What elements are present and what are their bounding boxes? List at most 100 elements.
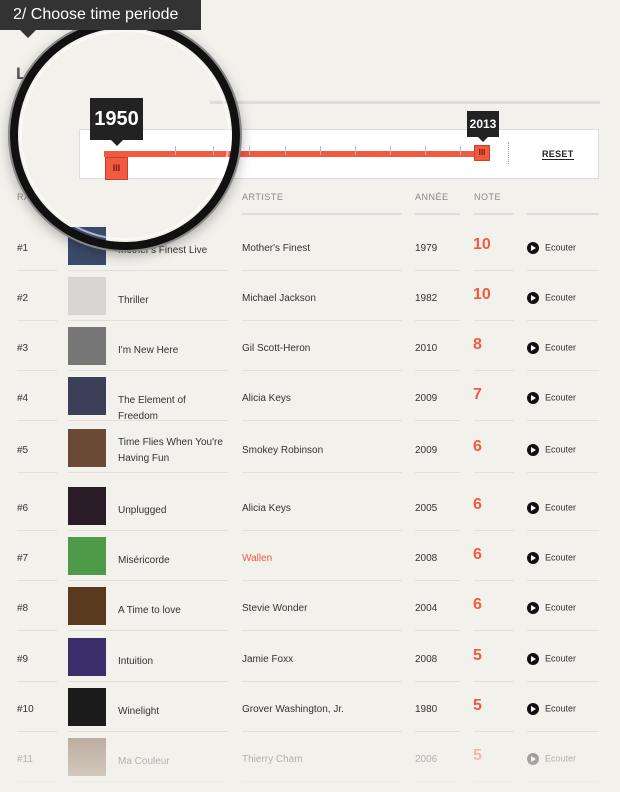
table-row[interactable]: #5 Time Flies When You're Having Fun Smoke…: [0, 425, 620, 475]
rating-note: 10: [473, 286, 491, 303]
album-cover[interactable]: [68, 638, 106, 676]
rank-number: #11: [17, 754, 33, 765]
row-divider: [242, 681, 402, 682]
listen-button[interactable]: Ecouter: [527, 292, 576, 304]
row-divider: [527, 530, 599, 531]
rating-note: 5: [473, 697, 482, 714]
listen-label: Ecouter: [545, 242, 577, 253]
row-divider: [68, 731, 228, 732]
album-cover[interactable]: [68, 227, 106, 265]
release-year: 1980: [415, 704, 438, 715]
row-divider: [527, 420, 599, 421]
artist-name[interactable]: Michael Jackson: [242, 293, 316, 304]
table-row[interactable]: #10 Winelight Grover Washington, Jr. 1980 5 E…: [0, 684, 620, 734]
row-divider: [474, 472, 514, 473]
play-icon: [527, 444, 539, 456]
album-cover[interactable]: [68, 738, 106, 776]
row-divider: [68, 320, 228, 321]
album-cover[interactable]: [68, 688, 106, 726]
row-divider: [68, 681, 228, 682]
rank-number: #6: [17, 503, 29, 514]
release-year: 2009: [415, 445, 438, 456]
listen-button[interactable]: Ecouter: [527, 552, 576, 564]
rating-note: 7: [473, 386, 482, 403]
play-icon: [527, 552, 539, 564]
table-row[interactable]: #9 Intuition Jamie Foxx 2008 5 Ecouter: [0, 634, 620, 684]
artist-name[interactable]: Alicia Keys: [242, 393, 291, 404]
artist-name[interactable]: Thierry Cham: [242, 754, 303, 765]
artist-name[interactable]: Jamie Foxx: [242, 654, 293, 665]
rank-number: #2: [17, 293, 29, 304]
table-row[interactable]: #2 Thriller Michael Jackson 1982 10 Ecouter: [0, 273, 620, 323]
listen-button[interactable]: Ecouter: [527, 753, 576, 765]
table-row[interactable]: #7 Miséricorde Wallen 2008 6 Ecouter: [0, 533, 620, 583]
listen-label: Ecouter: [545, 502, 577, 513]
row-divider: [474, 681, 514, 682]
listen-label: Ecouter: [545, 703, 577, 714]
album-cover[interactable]: [68, 327, 106, 365]
artist-name[interactable]: Wallen: [242, 553, 272, 564]
album-title[interactable]: Thriller: [118, 293, 228, 309]
play-icon: [527, 242, 539, 254]
album-cover[interactable]: [68, 537, 106, 575]
album-title[interactable]: Miséricorde: [118, 553, 228, 569]
artist-name[interactable]: Smokey Robinson: [242, 445, 323, 456]
slider-handle-max[interactable]: III: [474, 145, 490, 161]
album-title[interactable]: I'm New Here: [118, 343, 228, 359]
album-title[interactable]: Unplugged: [118, 503, 228, 519]
artist-name[interactable]: Mother's Finest: [242, 243, 310, 254]
listen-button[interactable]: Ecouter: [527, 342, 576, 354]
listen-label: Ecouter: [545, 292, 577, 303]
listen-button[interactable]: Ecouter: [527, 602, 576, 614]
table-row[interactable]: #1 Mother's Finest Live Mother's Finest 197…: [0, 223, 620, 273]
listen-button[interactable]: Ecouter: [527, 444, 576, 456]
listen-button[interactable]: Ecouter: [527, 703, 576, 715]
listen-button[interactable]: Ecouter: [527, 242, 576, 254]
album-title[interactable]: Time Flies When You're Having Fun: [118, 435, 228, 467]
play-icon: [527, 392, 539, 404]
table-row[interactable]: #11 Ma Couleur Thierry Cham 2006 5 Ecouter: [0, 734, 620, 784]
slider-tick: [320, 146, 321, 155]
artist-name[interactable]: Alicia Keys: [242, 503, 291, 514]
album-cover[interactable]: [68, 487, 106, 525]
filter-separator: [508, 142, 509, 164]
listen-label: Ecouter: [545, 444, 577, 455]
reset-button[interactable]: RESET: [542, 149, 574, 160]
album-cover[interactable]: [68, 429, 106, 467]
table-row[interactable]: #4 The Element of Freedom Alicia Keys 2009 7…: [0, 373, 620, 423]
row-divider: [474, 530, 514, 531]
artist-name[interactable]: Grover Washington, Jr.: [242, 704, 344, 715]
play-icon: [527, 602, 539, 614]
rank-number: #5: [17, 445, 29, 456]
row-divider: [17, 630, 57, 631]
row-divider: [17, 731, 57, 732]
slider-track[interactable]: [104, 151, 490, 157]
artist-name[interactable]: Gil Scott-Heron: [242, 343, 310, 354]
row-divider: [527, 270, 599, 271]
album-cover[interactable]: [68, 277, 106, 315]
album-title[interactable]: Winelight: [118, 704, 228, 720]
album-title[interactable]: A Time to love: [118, 603, 228, 619]
album-title[interactable]: Intuition: [118, 654, 228, 670]
row-divider: [242, 420, 402, 421]
album-title[interactable]: Mother's Finest Live: [118, 243, 228, 259]
play-icon: [527, 292, 539, 304]
row-divider: [527, 731, 599, 732]
album-cover[interactable]: [68, 377, 106, 415]
artist-name[interactable]: Stevie Wonder: [242, 603, 307, 614]
rating-note: 10: [473, 236, 491, 253]
row-divider: [415, 630, 460, 631]
table-row[interactable]: #3 I'm New Here Gil Scott-Heron 2010 8 Ecoute…: [0, 323, 620, 373]
listen-button[interactable]: Ecouter: [527, 502, 576, 514]
row-divider: [17, 420, 57, 421]
album-cover[interactable]: [68, 587, 106, 625]
slider-tick: [425, 146, 426, 155]
table-row[interactable]: #8 A Time to love Stevie Wonder 2004 6 Ecoute…: [0, 583, 620, 633]
slider-handle-min[interactable]: III: [105, 157, 128, 180]
listen-button[interactable]: Ecouter: [527, 392, 576, 404]
row-divider: [527, 320, 599, 321]
play-icon: [527, 753, 539, 765]
table-row[interactable]: #6 Unplugged Alicia Keys 2005 6 Ecouter: [0, 483, 620, 533]
listen-button[interactable]: Ecouter: [527, 653, 576, 665]
album-title[interactable]: Ma Couleur: [118, 754, 228, 770]
